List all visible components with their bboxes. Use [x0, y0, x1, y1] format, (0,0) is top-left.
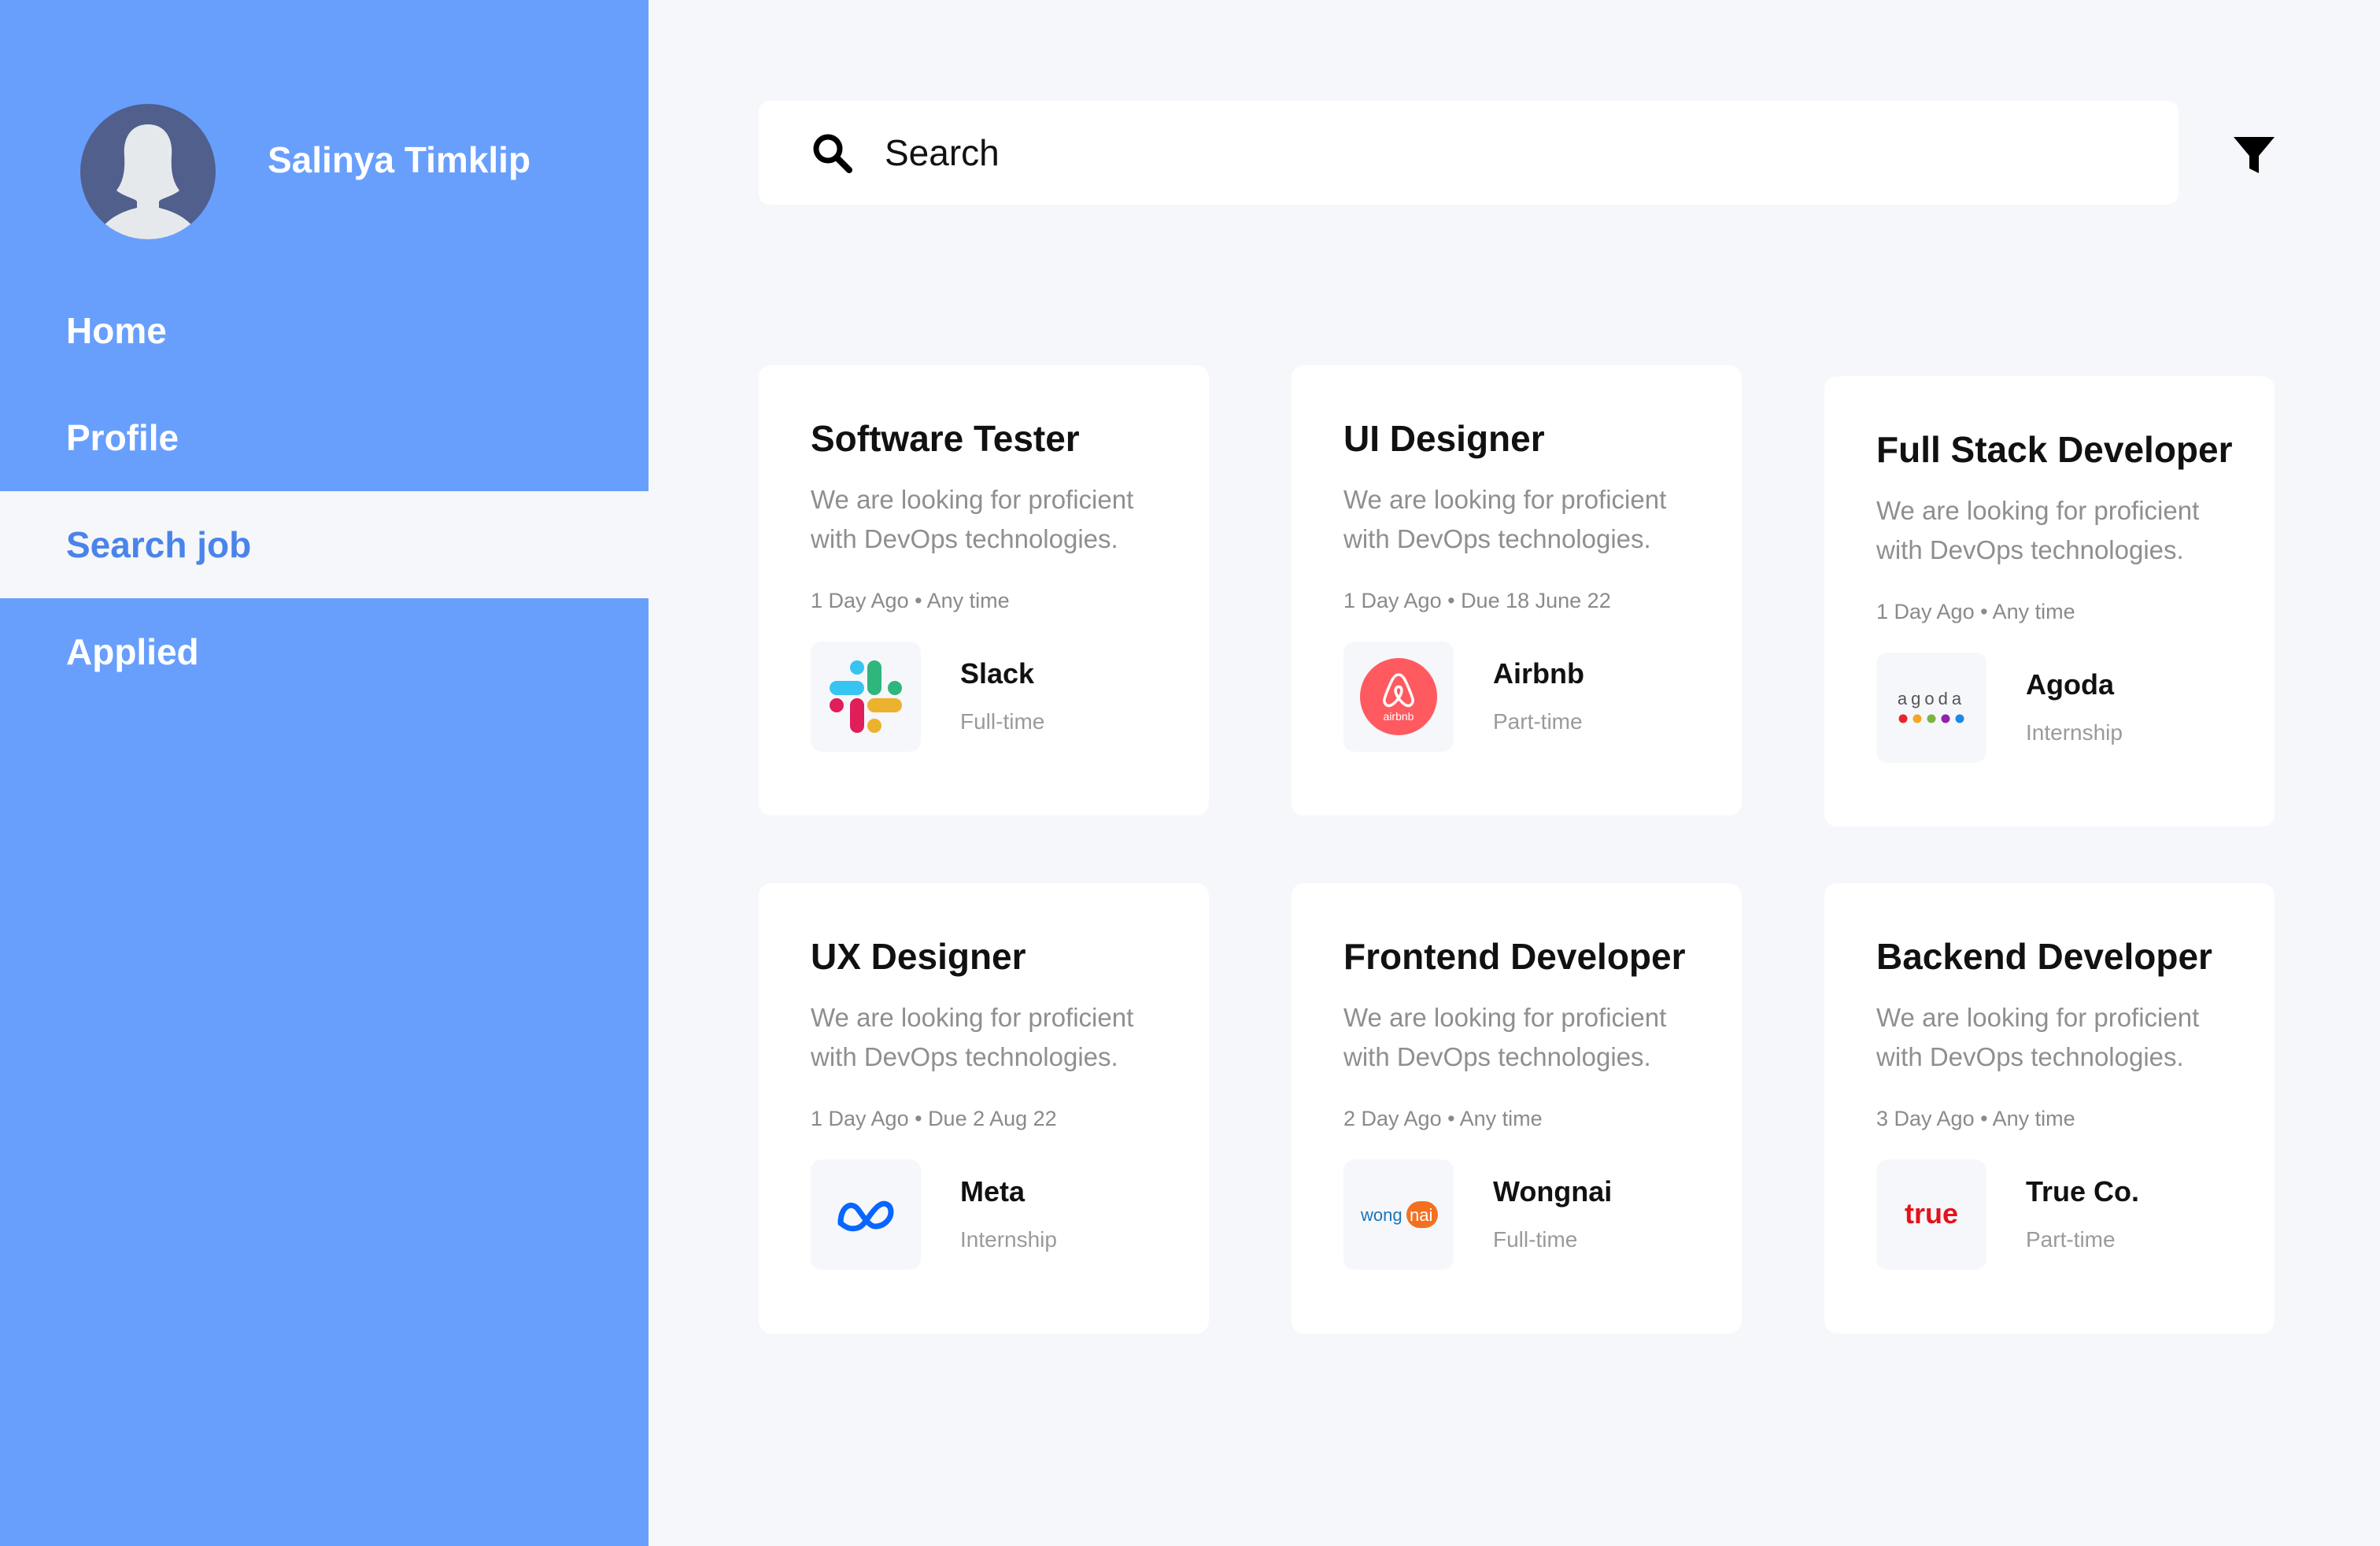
wongnai-logo-text-b: nai [1410, 1205, 1432, 1225]
employment-type: Internship [960, 1227, 1057, 1252]
job-due: Any time [1459, 1107, 1543, 1130]
search-icon[interactable] [811, 131, 853, 174]
job-description: We are looking for proficient with DevOp… [811, 485, 1134, 553]
company-logo [811, 642, 921, 752]
company-name: Agoda [2026, 668, 2114, 701]
airbnb-logo-icon: airbnb [1360, 658, 1437, 735]
job-meta: 1 Day Ago • Due 2 Aug 22 [811, 1107, 1157, 1131]
agoda-logo-text: agoda [1898, 689, 1965, 708]
job-meta: 1 Day Ago • Any time [1876, 600, 2223, 624]
posted-time: 1 Day Ago [811, 589, 909, 612]
job-card[interactable]: Frontend Developer We are looking for pr… [1292, 883, 1742, 1333]
user-name: Salinya Timklip [268, 139, 531, 180]
employment-type: Full-time [1493, 1227, 1578, 1252]
company-logo: wong nai [1343, 1160, 1454, 1270]
sidebar: Salinya Timklip Home Profile Search job … [0, 0, 649, 1546]
company-logo: agoda [1876, 653, 1986, 763]
job-meta: 1 Day Ago • Any time [811, 589, 1157, 613]
job-card[interactable]: Software Tester We are looking for profi… [759, 365, 1209, 816]
true-logo-icon: true [1905, 1197, 1958, 1230]
airbnb-logo-text: airbnb [1384, 710, 1414, 723]
nav-item-home[interactable]: Home [0, 277, 649, 384]
nav-item-applied[interactable]: Applied [0, 598, 649, 705]
job-card[interactable]: Backend Developer We are looking for pro… [1824, 883, 2275, 1333]
posted-time: 2 Day Ago [1343, 1107, 1442, 1130]
job-due: Any time [926, 589, 1010, 612]
meta-separator: • [1441, 1107, 1460, 1130]
filter-icon[interactable] [2232, 134, 2276, 178]
user-silhouette-icon [96, 124, 200, 239]
meta-separator: • [1974, 1107, 1993, 1130]
company-name: True Co. [2026, 1175, 2140, 1208]
avatar [80, 104, 216, 239]
search-input[interactable] [885, 131, 2065, 174]
employment-type: Part-time [2026, 1227, 2116, 1252]
meta-logo-icon [837, 1200, 894, 1232]
app: Salinya Timklip Home Profile Search job … [0, 0, 2380, 1546]
job-description: We are looking for proficient with DevOp… [1343, 1003, 1667, 1071]
meta-separator: • [1974, 600, 1993, 623]
company-info: airbnb Airbnb Part-time [1343, 642, 1690, 752]
wongnai-logo-text-a: wong [1360, 1205, 1402, 1225]
company-info: Meta Internship [811, 1160, 1157, 1270]
meta-separator: • [1441, 589, 1462, 612]
job-description: We are looking for proficient with DevOp… [1343, 485, 1667, 553]
true-logo-text: true [1905, 1197, 1958, 1230]
posted-time: 1 Day Ago [811, 1107, 909, 1130]
job-meta: 3 Day Ago • Any time [1876, 1107, 2223, 1131]
company-info: wong nai Wongnai Full-time [1343, 1160, 1690, 1270]
agoda-logo-icon: agoda [1898, 689, 1965, 723]
job-title: Backend Developer [1876, 936, 2212, 977]
employment-type: Internship [2026, 720, 2123, 745]
job-description: We are looking for proficient with DevOp… [811, 1003, 1134, 1071]
company-name: Wongnai [1493, 1175, 1613, 1208]
meta-separator: • [908, 589, 927, 612]
company-logo: airbnb [1343, 642, 1454, 752]
job-title: UI Designer [1343, 418, 1545, 459]
job-title: Frontend Developer [1343, 936, 1686, 977]
job-card[interactable]: UI Designer We are looking for proficien… [1292, 365, 1742, 816]
job-title: Full Stack Developer [1876, 429, 2233, 470]
job-description: We are looking for proficient with DevOp… [1876, 1003, 2200, 1071]
posted-time: 1 Day Ago [1343, 589, 1442, 612]
nav-item-search-job[interactable]: Search job [0, 491, 649, 598]
company-name: Airbnb [1493, 657, 1584, 690]
employment-type: Full-time [960, 709, 1045, 734]
job-due: Due 2 Aug 22 [928, 1107, 1057, 1130]
company-name: Meta [960, 1175, 1026, 1208]
company-name: Slack [960, 657, 1035, 690]
user-profile[interactable]: Salinya Timklip [80, 104, 530, 239]
company-logo [811, 1160, 921, 1270]
job-card[interactable]: Full Stack Developer We are looking for … [1824, 376, 2275, 827]
search-bar[interactable] [759, 101, 2179, 205]
job-description: We are looking for proficient with DevOp… [1876, 496, 2200, 564]
job-meta: 1 Day Ago • Due 18 June 22 [1343, 589, 1690, 613]
slack-logo-icon [830, 660, 902, 733]
wongnai-logo-icon: wong nai [1360, 1201, 1438, 1228]
company-info: agoda Agoda Internship [1876, 653, 2223, 763]
job-title: Software Tester [811, 418, 1080, 459]
employment-type: Part-time [1493, 709, 1583, 734]
posted-time: 3 Day Ago [1876, 1107, 1975, 1130]
job-meta: 2 Day Ago • Any time [1343, 1107, 1690, 1131]
company-info: Slack Full-time [811, 642, 1157, 752]
meta-separator: • [908, 1107, 929, 1130]
job-due: Any time [1992, 1107, 2075, 1130]
company-info: true True Co. Part-time [1876, 1160, 2223, 1270]
job-title: UX Designer [811, 936, 1026, 977]
nav-item-profile[interactable]: Profile [0, 384, 649, 491]
job-due: Any time [1992, 600, 2075, 623]
company-logo: true [1876, 1160, 1986, 1270]
job-card[interactable]: UX Designer We are looking for proficien… [759, 883, 1209, 1333]
sidebar-nav: Home Profile Search job Applied [0, 277, 649, 705]
posted-time: 1 Day Ago [1876, 600, 1975, 623]
job-due: Due 18 June 22 [1461, 589, 1611, 612]
